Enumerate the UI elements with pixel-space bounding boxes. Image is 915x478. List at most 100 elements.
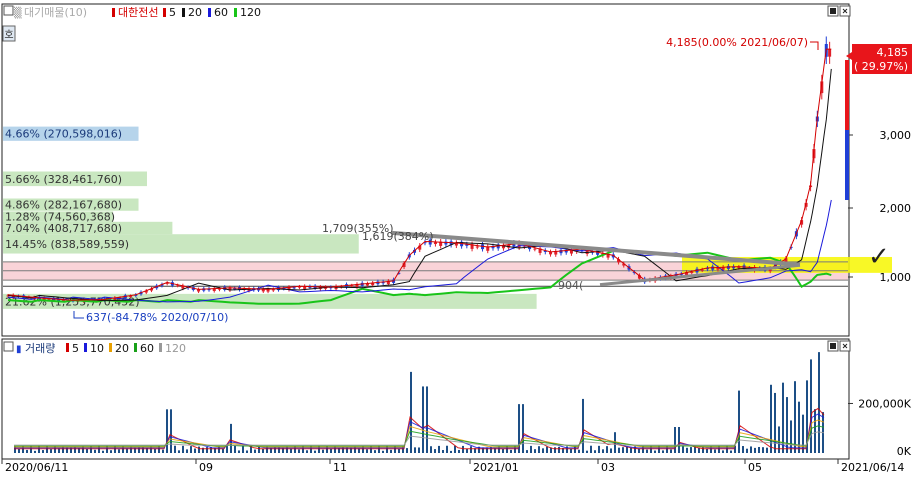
volume-bar bbox=[682, 446, 684, 453]
volume-bar bbox=[430, 446, 432, 453]
price-ribbon-blue bbox=[845, 130, 849, 200]
volume-bar bbox=[470, 446, 472, 453]
volume-bar bbox=[382, 450, 384, 453]
volume-bar bbox=[578, 449, 580, 453]
volume-bar bbox=[690, 447, 692, 453]
volume-bar bbox=[722, 450, 724, 453]
volume-bar bbox=[630, 447, 632, 453]
volume-profile-label: 14.45% (838,589,559) bbox=[5, 238, 129, 251]
volume-bar bbox=[366, 449, 368, 453]
volume-bar bbox=[618, 447, 620, 453]
ma-legend-label: 20 bbox=[188, 6, 202, 19]
candle-body bbox=[828, 49, 832, 57]
volume-bar bbox=[174, 445, 176, 453]
volume-bar bbox=[34, 450, 36, 453]
volume-bar bbox=[50, 449, 52, 453]
volume-bar bbox=[306, 450, 308, 453]
volume-bar bbox=[438, 445, 440, 453]
x-tick-label: 09 bbox=[199, 461, 213, 474]
volume-bar bbox=[198, 446, 200, 453]
volume-bar bbox=[738, 390, 740, 453]
panel-badge-text: 호 bbox=[4, 29, 13, 41]
volume-ma-legend-swatch bbox=[84, 343, 87, 352]
volume-bar bbox=[434, 449, 436, 453]
volume-bar bbox=[654, 450, 656, 453]
x-tick-label: 05 bbox=[748, 461, 762, 474]
volume-bar bbox=[242, 445, 244, 453]
y-tick-label: 3,000 bbox=[880, 129, 912, 142]
vp-legend-swatch: ▒ bbox=[14, 6, 22, 19]
volume-bar bbox=[522, 404, 524, 453]
ma-legend-swatch bbox=[182, 8, 185, 17]
volume-bar bbox=[530, 445, 532, 453]
ma-legend-swatch bbox=[163, 8, 166, 17]
volume-ma-legend-swatch bbox=[134, 343, 137, 352]
volume-bar bbox=[510, 449, 512, 453]
volume-bar bbox=[414, 447, 416, 453]
volume-legend-label: 거래량 bbox=[25, 342, 55, 355]
chart-svg: 4.66% (270,598,016)5.66% (328,461,760)4.… bbox=[1, 3, 912, 474]
vp-legend-label: 대기매물(10) bbox=[24, 6, 87, 19]
volume-bar bbox=[298, 449, 300, 453]
volume-legend-swatch: ▮ bbox=[16, 344, 22, 355]
volume-bar bbox=[426, 386, 428, 453]
trough-label: 904( bbox=[558, 279, 583, 292]
ma-legend-label: 60 bbox=[214, 6, 228, 19]
volume-bar bbox=[422, 386, 424, 453]
volume-bar bbox=[746, 448, 748, 453]
volume-bar bbox=[558, 446, 560, 453]
volume-bar bbox=[750, 446, 752, 453]
stock-chart: 4.66% (270,598,016) 5.66% (328,461,760) 4.… bbox=[0, 0, 915, 474]
volume-bar bbox=[742, 446, 744, 453]
volume-bar bbox=[594, 450, 596, 453]
volume-bar bbox=[230, 423, 232, 453]
stock-legend-swatch bbox=[112, 8, 115, 17]
volume-bar bbox=[86, 448, 88, 453]
candle-body bbox=[533, 248, 537, 250]
volume-bar bbox=[610, 448, 612, 453]
volume-bar bbox=[766, 447, 768, 453]
volume-bar bbox=[758, 446, 760, 453]
volume-bar bbox=[638, 448, 640, 453]
volume-bar bbox=[398, 448, 400, 453]
volume-bar bbox=[42, 450, 44, 453]
candle-body bbox=[292, 287, 296, 289]
volume-bar bbox=[226, 446, 228, 453]
volume-bar bbox=[686, 447, 688, 453]
y-tick-label: 2,000 bbox=[880, 202, 912, 215]
volume-bar bbox=[206, 447, 208, 453]
volume-bar bbox=[450, 450, 452, 453]
volume-bar bbox=[662, 450, 664, 453]
ma-legend-label: 120 bbox=[240, 6, 261, 19]
candle-body bbox=[475, 246, 479, 248]
volume-bar bbox=[102, 450, 104, 453]
volume-y-tick-label: 0K bbox=[897, 445, 912, 458]
volume-bar bbox=[186, 449, 188, 453]
volume-bar bbox=[26, 449, 28, 453]
volume-bar bbox=[582, 398, 584, 453]
volume-bar bbox=[162, 449, 164, 453]
volume-bar bbox=[234, 445, 236, 453]
volume-bar bbox=[626, 446, 628, 453]
volume-bar bbox=[570, 448, 572, 453]
candle-body bbox=[350, 285, 354, 287]
volume-bar bbox=[390, 449, 392, 453]
x-tick-label: 2021/06/14 bbox=[841, 461, 904, 474]
volume-bar bbox=[542, 448, 544, 453]
volume-bar bbox=[410, 371, 412, 453]
volume-bar bbox=[590, 445, 592, 453]
volume-bar bbox=[694, 447, 696, 453]
volume-bar bbox=[698, 447, 700, 453]
volume-bar bbox=[546, 446, 548, 453]
x-tick-label: 2021/01 bbox=[473, 461, 519, 474]
volume-profile-label: 7.04% (408,717,680) bbox=[5, 222, 122, 235]
volume-ma-legend-label: 20 bbox=[115, 342, 129, 355]
volume-bar bbox=[794, 381, 796, 453]
ma-legend-label: 5 bbox=[169, 6, 176, 19]
volume-ma-legend-label: 60 bbox=[140, 342, 154, 355]
volume-bar bbox=[154, 448, 156, 453]
volume-ma-legend-swatch bbox=[66, 343, 69, 352]
volume-bar bbox=[454, 445, 456, 453]
volume-bar bbox=[406, 448, 408, 453]
volume-bar bbox=[646, 449, 648, 453]
